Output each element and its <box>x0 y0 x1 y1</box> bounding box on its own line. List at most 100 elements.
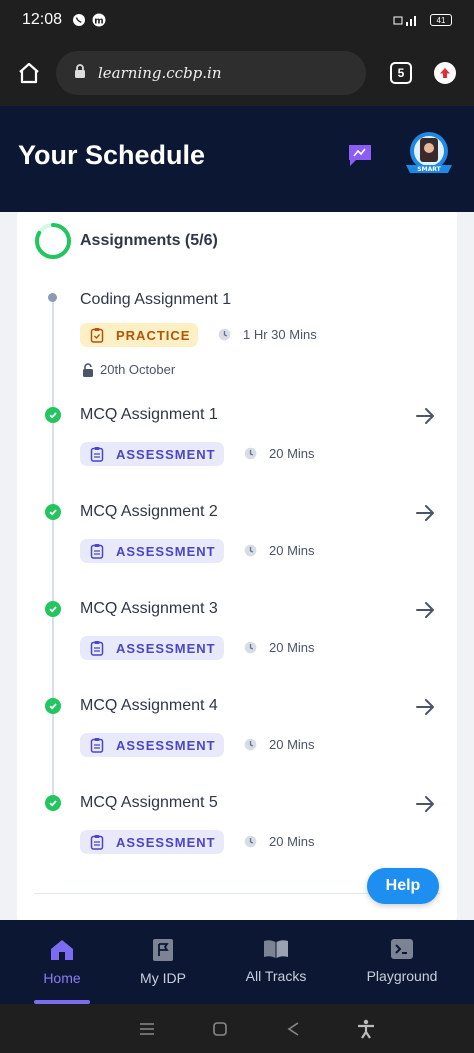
nav-my-idp[interactable]: My IDP <box>104 920 222 1004</box>
completed-check-icon <box>45 795 61 811</box>
assessment-badge: ASSESSMENT <box>80 442 224 466</box>
duration: 20 Mins <box>244 737 315 752</box>
help-button[interactable]: Help <box>367 868 439 904</box>
completed-check-icon <box>45 601 61 617</box>
home-circle-icon[interactable] <box>212 1021 228 1037</box>
assignment-title[interactable]: MCQ Assignment 5 <box>80 794 218 812</box>
terminal-icon <box>391 939 413 959</box>
nav-label-my-idp: My IDP <box>140 970 186 986</box>
clipboard-icon <box>90 640 104 656</box>
avatar-label: SMART <box>417 166 441 173</box>
arrow-right-icon[interactable] <box>414 599 436 621</box>
main-content[interactable] <box>0 212 474 920</box>
completed-check-icon <box>45 698 61 714</box>
badge-label: ASSESSMENT <box>116 834 216 850</box>
badge-label: ASSESSMENT <box>116 640 216 656</box>
badge-label: ASSESSMENT <box>116 737 216 753</box>
status-bar: 12:08 m 41 <box>0 0 474 40</box>
assignment-title[interactable]: Coding Assignment 1 <box>80 291 231 309</box>
home-outline-icon <box>19 62 39 84</box>
clipboard-icon <box>90 737 104 753</box>
arrow-right-icon[interactable] <box>414 405 436 427</box>
avatar[interactable]: SMART <box>402 131 456 179</box>
clock-icon <box>244 641 257 654</box>
nav-label-all-tracks: All Tracks <box>245 968 307 984</box>
duration: 20 Mins <box>244 640 315 655</box>
back-icon[interactable] <box>286 1021 300 1037</box>
nav-label-home: Home <box>43 970 81 986</box>
assignment-title[interactable]: MCQ Assignment 2 <box>80 503 218 521</box>
arrow-right-icon[interactable] <box>414 696 436 718</box>
duration: 20 Mins <box>244 446 315 461</box>
clipboard-icon <box>90 834 104 850</box>
system-nav-bar <box>0 1004 474 1053</box>
recent-apps-icon[interactable] <box>139 1022 155 1036</box>
tab-switcher-button[interactable]: 5 <box>390 62 412 84</box>
duration: 1 Hr 30 Mins <box>218 327 317 342</box>
signal-icon <box>393 16 416 26</box>
duration-text: 1 Hr 30 Mins <box>243 327 317 342</box>
assessment-badge: ASSESSMENT <box>80 733 224 757</box>
nav-label-playground: Playground <box>366 968 438 984</box>
book-icon <box>264 940 288 958</box>
assessment-badge: ASSESSMENT <box>80 539 224 563</box>
chat-bubble-icon <box>349 145 371 166</box>
clipboard-icon <box>90 327 104 343</box>
completed-check-icon <box>45 407 61 423</box>
address-bar[interactable]: learning.ccbp.in <box>56 51 366 95</box>
badge-label: ASSESSMENT <box>116 446 216 462</box>
m-app-icon: m <box>92 13 106 27</box>
assignment-title[interactable]: MCQ Assignment 3 <box>80 600 218 618</box>
clock-icon <box>218 328 231 341</box>
duration: 20 Mins <box>244 834 315 849</box>
duration-text: 20 Mins <box>269 543 315 558</box>
profile-avatar-icon: SMART <box>406 132 452 173</box>
status-time: 12:08 <box>22 11 63 28</box>
duration-text: 20 Mins <box>269 446 315 461</box>
clock-icon <box>244 835 257 848</box>
assessment-badge: ASSESSMENT <box>80 636 224 660</box>
badge-label: ASSESSMENT <box>116 543 216 559</box>
clipboard-icon <box>90 446 104 462</box>
schedule-card <box>17 212 457 920</box>
pending-dot <box>48 293 57 302</box>
arrow-right-icon[interactable] <box>414 793 436 815</box>
padlock-icon <box>82 362 94 377</box>
nav-all-tracks[interactable]: All Tracks <box>217 920 335 1004</box>
assessment-badge: ASSESSMENT <box>80 830 224 854</box>
arrow-up-icon <box>440 68 450 78</box>
page-title: Your Schedule <box>18 140 206 170</box>
flag-document-icon <box>153 939 173 961</box>
arrow-right-icon[interactable] <box>414 502 436 524</box>
duration: 20 Mins <box>244 543 315 558</box>
assignment-title[interactable]: MCQ Assignment 1 <box>80 406 218 424</box>
browser-update-button[interactable] <box>434 62 456 84</box>
unlock-date-text: 20th October <box>100 362 176 377</box>
accessibility-icon[interactable] <box>357 1019 375 1039</box>
assignment-title[interactable]: MCQ Assignment 4 <box>80 697 218 715</box>
clipboard-icon <box>90 543 104 559</box>
battery-icon: 41 <box>430 14 452 26</box>
bottom-nav: Home My IDP All Tracks Playground <box>0 920 474 1004</box>
badge-label: PRACTICE <box>116 327 191 343</box>
duration-text: 20 Mins <box>269 834 315 849</box>
duration-text: 20 Mins <box>269 737 315 752</box>
browser-toolbar: learning.ccbp.in 5 <box>0 40 474 106</box>
svg-text:m: m <box>94 17 103 27</box>
url-text: learning.ccbp.in <box>98 64 222 82</box>
chat-button[interactable] <box>346 142 374 173</box>
completed-check-icon <box>45 504 61 520</box>
duration-text: 20 Mins <box>269 640 315 655</box>
nav-playground[interactable]: Playground <box>343 920 461 1004</box>
practice-badge: PRACTICE <box>80 323 198 347</box>
timeline-line <box>52 300 54 810</box>
section-title: Assignments (5/6) <box>80 232 218 249</box>
whatsapp-icon <box>73 14 86 26</box>
clock-icon <box>244 544 257 557</box>
home-icon <box>51 940 73 960</box>
progress-ring <box>35 223 71 259</box>
clock-icon <box>244 447 257 460</box>
browser-home-button[interactable] <box>14 58 44 88</box>
lock-icon <box>74 64 86 82</box>
unlock-date: 20th October <box>82 362 175 377</box>
